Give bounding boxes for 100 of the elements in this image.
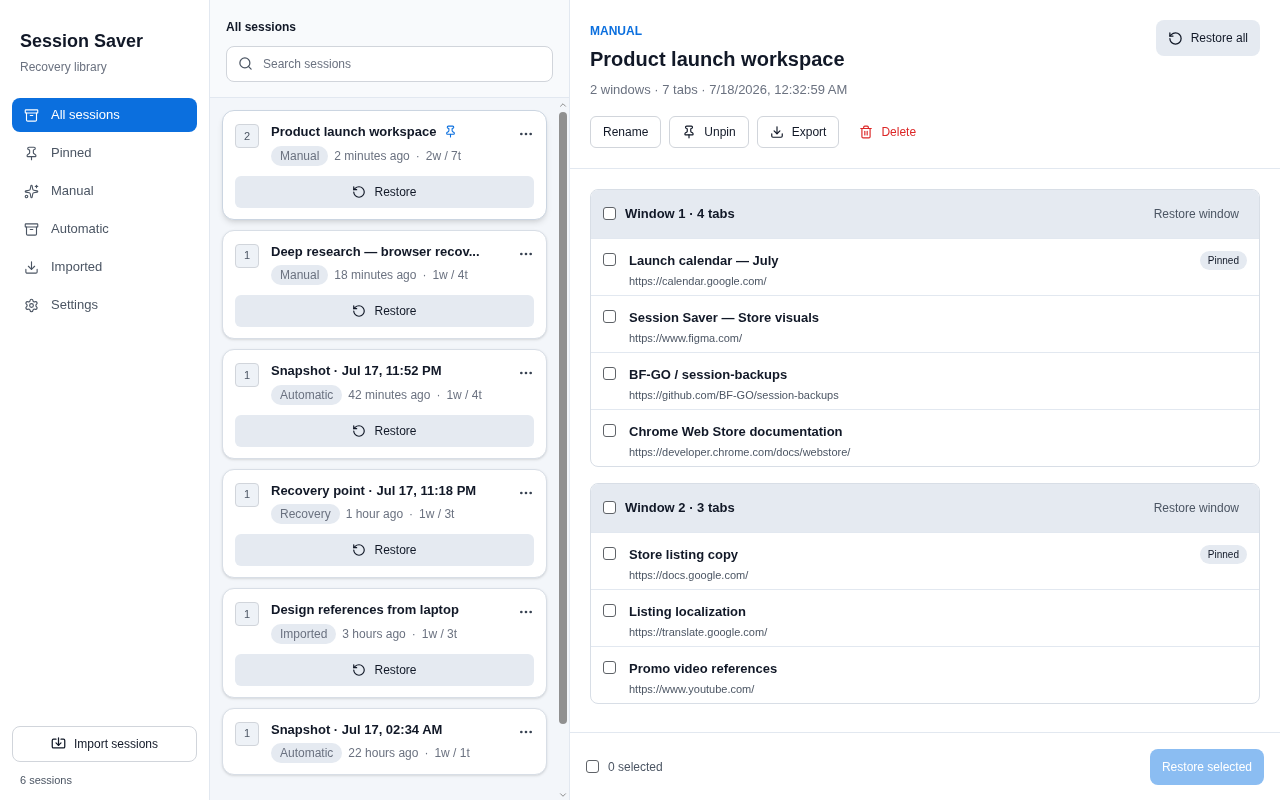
restore-icon	[352, 662, 367, 677]
tab-title: Session Saver — Store visuals	[629, 308, 821, 327]
session-time: 1 hour ago	[345, 506, 404, 523]
session-meta: 2 windows · 7 tabs · 7/18/2026, 12:32:59 AM	[590, 81, 849, 99]
restore-icon	[352, 543, 367, 557]
source-label: MANUAL	[590, 23, 643, 40]
session-card[interactable]: 1 Snapshot · Jul 17, 02:34 AM Automatic 22 hours ago · 1w / 1t	[222, 707, 547, 775]
import-icon	[51, 736, 66, 751]
session-title: Product launch workspace	[590, 47, 846, 72]
checkbox[interactable]	[603, 366, 616, 380]
checkbox[interactable]	[603, 660, 616, 674]
checkbox[interactable]	[603, 501, 616, 514]
session-time: 18 minutes ago	[334, 267, 417, 284]
separator-dot: ·	[424, 745, 429, 762]
session-title: Product launch workspace	[271, 123, 437, 141]
pin-icon	[682, 124, 697, 139]
source-tag: Imported	[271, 623, 337, 644]
session-counts: 1w / 1t	[434, 745, 470, 762]
delete-button[interactable]: Delete	[847, 115, 929, 148]
window-count-badge: 2	[235, 124, 259, 148]
download-icon	[769, 124, 784, 139]
session-counts: 1w / 4t	[446, 386, 482, 404]
import-sessions-button[interactable]: Import sessions	[12, 725, 197, 762]
checkbox[interactable]	[603, 309, 616, 323]
restore-button[interactable]: Restore	[235, 414, 534, 447]
session-count: 6 sessions	[19, 772, 73, 788]
nav-item[interactable]: Settings	[12, 288, 197, 322]
restore-icon	[352, 304, 367, 318]
restore-button[interactable]: Restore	[235, 295, 534, 327]
session-counts: 1w / 4t	[432, 267, 468, 284]
checkbox[interactable]	[603, 423, 616, 437]
tab-url: https://calendar.google.com/	[629, 274, 768, 289]
source-tag: Manual	[271, 145, 329, 166]
nav-item[interactable]: Pinned	[12, 136, 197, 170]
archive-icon	[24, 221, 39, 237]
download-icon	[24, 259, 39, 275]
checkbox[interactable]	[603, 603, 616, 617]
tab-title: Launch calendar — July	[629, 251, 780, 270]
restore-icon	[352, 423, 367, 438]
source-tag: Recovery	[271, 504, 340, 524]
session-time: 2 minutes ago	[334, 147, 410, 165]
session-time: 3 hours ago	[342, 625, 406, 643]
restore-button[interactable]: Restore	[235, 653, 534, 686]
search-field[interactable]: Search sessions	[226, 46, 553, 82]
restore-button[interactable]: Restore	[235, 175, 534, 208]
restore-button[interactable]: Restore	[235, 534, 534, 566]
window-count-badge: 1	[235, 602, 259, 626]
nav-item[interactable]: Manual	[12, 174, 197, 208]
session-card[interactable]: 1 Deep research — browser recov... Manual 18 minutes ago · 1w / 4t Restore	[222, 229, 547, 339]
tab-url: https://www.figma.com/	[629, 331, 744, 346]
search-icon	[238, 56, 253, 71]
window-title: Window 1 · 4 tabs	[625, 204, 736, 223]
session-card[interactable]: 1 Recovery point · Jul 17, 11:18 PM Recovery 1 hour ago · 1w / 3t Restore	[222, 468, 547, 578]
list-heading: All sessions	[226, 19, 298, 36]
pinned-badge: Pinned	[1199, 544, 1247, 564]
restore-window-button[interactable]: Restore window	[1145, 204, 1247, 223]
session-card[interactable]: 1 Design references from laptop Imported 3 hours ago · 1w / 3t Restore	[222, 588, 547, 698]
tab-title: Chrome Web Store documentation	[629, 422, 844, 441]
checkbox[interactable]	[603, 207, 616, 220]
archive-icon	[24, 107, 39, 123]
session-time: 22 hours ago	[348, 745, 419, 762]
separator-dot: ·	[409, 506, 414, 523]
checkbox[interactable]	[603, 546, 616, 560]
tab-title: BF-GO / session-backups	[629, 365, 789, 384]
separator-dot: ·	[436, 386, 441, 404]
window-count-badge: 1	[235, 482, 259, 507]
nav-item[interactable]: Imported	[12, 250, 197, 284]
session-title: Design references from laptop	[271, 601, 459, 619]
session-time: 42 minutes ago	[348, 386, 431, 404]
source-tag: Manual	[271, 265, 329, 285]
session-title: Recovery point · Jul 17, 11:18 PM	[271, 481, 477, 500]
tab-url: https://translate.google.com/	[629, 625, 769, 640]
restore-icon	[1167, 30, 1183, 46]
tab-url: https://developer.chrome.com/docs/webstore/	[629, 445, 852, 460]
session-counts: 1w / 3t	[421, 625, 458, 643]
session-title: Deep research — browser recov...	[271, 242, 480, 261]
session-card[interactable]: 2 Product launch workspace Manual 2 minutes ago · 2w / 7t Restore	[222, 110, 547, 220]
tab-url: https://github.com/BF-GO/session-backups	[629, 388, 840, 403]
gear-icon	[24, 297, 39, 313]
action-button[interactable]: Rename	[590, 115, 662, 148]
window-count-badge: 1	[235, 721, 259, 746]
app-subtitle: Recovery library	[19, 59, 108, 76]
nav-item[interactable]: All sessions	[12, 98, 197, 132]
window-count-badge: 1	[235, 363, 259, 387]
restore-all-button[interactable]: Restore all	[1155, 20, 1260, 56]
session-counts: 2w / 7t	[425, 147, 462, 165]
nav-item[interactable]: Automatic	[12, 212, 197, 246]
session-title: Snapshot · Jul 17, 02:34 AM	[271, 720, 443, 739]
pin-icon	[24, 145, 39, 161]
checkbox[interactable]	[603, 252, 616, 266]
restore-window-button[interactable]: Restore window	[1145, 498, 1247, 517]
tab-url: https://docs.google.com/	[629, 568, 750, 583]
separator-dot: ·	[422, 267, 427, 284]
separator-dot: ·	[411, 625, 416, 643]
action-button[interactable]: Export	[756, 115, 840, 148]
action-button[interactable]: Unpin	[669, 115, 749, 148]
session-card[interactable]: 1 Snapshot · Jul 17, 11:52 PM Automatic 42 minutes ago · 1w / 4t Restore	[222, 349, 547, 459]
tab-title: Promo video references	[629, 659, 779, 678]
trash-icon	[859, 124, 874, 139]
tab-url: https://www.youtube.com/	[629, 682, 756, 697]
